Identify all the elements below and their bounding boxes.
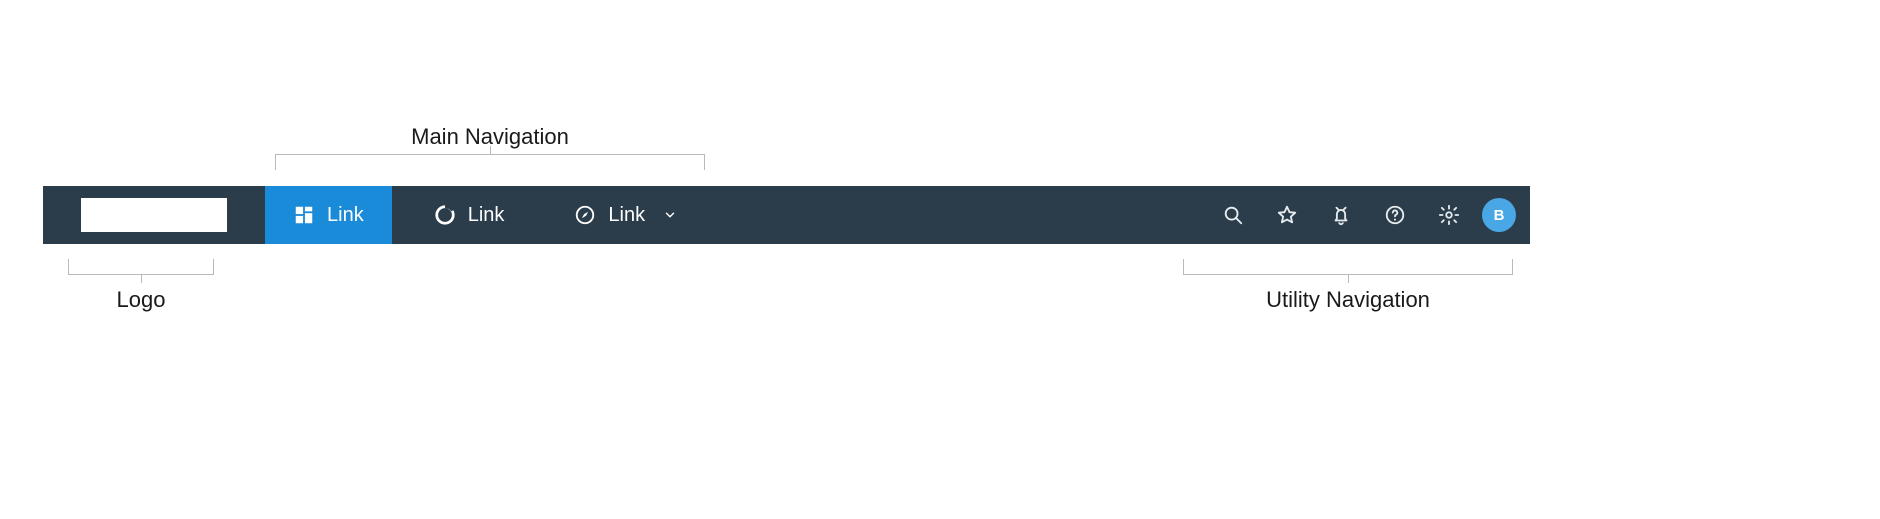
main-nav: Link Link Link	[265, 186, 705, 244]
settings-button[interactable]	[1422, 186, 1476, 244]
annotation-utility-label: Utility Navigation	[1266, 287, 1430, 313]
annotation-logo-bracket	[68, 259, 214, 275]
progress-circle-icon	[434, 204, 456, 226]
gear-icon	[1438, 204, 1460, 226]
dashboard-icon	[293, 204, 315, 226]
annotation-logo-label: Logo	[117, 287, 166, 313]
nav-link-3[interactable]: Link	[532, 186, 705, 244]
logo-slot	[43, 186, 265, 244]
nav-link-2[interactable]: Link	[392, 186, 533, 244]
chevron-down-icon	[663, 208, 677, 222]
avatar-initial: B	[1494, 207, 1505, 224]
bell-icon	[1330, 204, 1352, 226]
top-navbar: Link Link Link	[43, 186, 1530, 244]
star-icon	[1276, 204, 1298, 226]
nav-link-label: Link	[468, 204, 505, 227]
nav-link-label: Link	[608, 204, 645, 227]
logo-placeholder[interactable]	[81, 198, 227, 232]
nav-link-label: Link	[327, 204, 364, 227]
annotation-utility-bracket	[1183, 259, 1513, 275]
help-button[interactable]	[1368, 186, 1422, 244]
notifications-button[interactable]	[1314, 186, 1368, 244]
nav-link-1[interactable]: Link	[265, 186, 392, 244]
user-avatar[interactable]: B	[1482, 198, 1516, 232]
favorites-button[interactable]	[1260, 186, 1314, 244]
search-icon	[1222, 204, 1244, 226]
compass-icon	[574, 204, 596, 226]
annotation-main-nav-bracket	[275, 154, 705, 170]
search-button[interactable]	[1206, 186, 1260, 244]
help-icon	[1384, 204, 1406, 226]
utility-nav: B	[1206, 186, 1530, 244]
